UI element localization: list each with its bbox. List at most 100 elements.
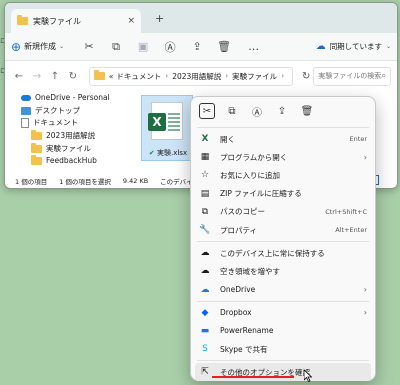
free-space-icon: ☁ [200, 266, 210, 277]
paste-icon[interactable]: ▣ [134, 38, 152, 56]
address-refresh-icon[interactable]: ↻ [299, 71, 313, 82]
chevron-right-icon: › [363, 152, 367, 162]
close-tab-icon[interactable]: × [127, 16, 135, 26]
sync-status-label: 同期しています [329, 42, 382, 51]
selected-count: 1 個の項目を選択 [59, 177, 111, 186]
up-icon[interactable]: ↑ [47, 71, 63, 82]
menu-item-onedrive[interactable]: ☁ OneDrive › [191, 281, 375, 299]
tree-item-experiment[interactable]: 実験ファイル [31, 142, 91, 154]
tree-item-desktop[interactable]: デスクトップ [21, 105, 80, 116]
delete-icon[interactable]: 🗑 [215, 38, 233, 56]
excel-icon: X [201, 134, 209, 145]
menu-shortcut: Alt+Enter [335, 226, 367, 235]
onedrive-icon [21, 94, 31, 101]
open-with-icon: ▦ [200, 152, 210, 163]
menu-item-open[interactable]: X 開く Enter [191, 130, 375, 148]
address-bar[interactable]: « ドキュメント › 2023用語解説 › 実験ファイル › [88, 66, 294, 86]
new-button[interactable]: ⊕ 新規作成 ⌄ [11, 37, 64, 57]
menu-item-copy-path[interactable]: ⧉ パスのコピー Ctrl+Shift+C [191, 203, 375, 221]
menu-item-label: プログラムから開く [220, 152, 288, 162]
folder-icon [31, 142, 42, 153]
share-icon[interactable]: ⇪ [274, 103, 290, 119]
tree-item-label: 2023用語解説 [46, 131, 96, 140]
copy-path-icon: ⧉ [201, 206, 209, 217]
tree-item-label: 実験ファイル [46, 144, 91, 153]
copy-icon[interactable]: ⧉ [224, 103, 240, 119]
menu-item-label: PowerRename [220, 326, 274, 336]
context-menu: ✂ ⧉ Ⓐ ⇪ 🗑 X 開く Enter ▦ プログラムから開く › ☆ お気に… [190, 96, 376, 382]
divider [197, 241, 369, 243]
chevron-right-icon: › [363, 308, 367, 318]
menu-item-open-with[interactable]: ▦ プログラムから開く › [191, 148, 375, 166]
menu-item-label: Dropbox [220, 308, 252, 318]
tree-item-label: OneDrive - Personal [35, 93, 110, 102]
cut-icon[interactable]: ✂ [80, 38, 98, 56]
desktop-icon [21, 106, 31, 115]
breadcrumb-documents[interactable]: ドキュメント [116, 71, 161, 82]
tab-folder[interactable]: 実験ファイル × [11, 9, 141, 33]
powerrename-icon: ▬ [200, 325, 210, 336]
folder-icon [31, 154, 42, 165]
tree-item-2023[interactable]: 2023用語解説 [31, 129, 96, 141]
menu-item-zip[interactable]: ▤ ZIP ファイルに圧縮する [191, 185, 375, 203]
menu-item-free-space[interactable]: ☁ 空き領域を増やす [191, 262, 375, 280]
menu-item-dropbox[interactable]: ◆ Dropbox › [191, 304, 375, 322]
path-overflow[interactable]: « [109, 72, 114, 81]
share-icon[interactable]: ⇪ [188, 38, 206, 56]
context-quick-actions: ✂ ⧉ Ⓐ ⇪ 🗑 [191, 97, 375, 125]
menu-item-skype-share[interactable]: S Skype で共有 [191, 340, 375, 358]
back-icon[interactable]: ← [11, 71, 27, 82]
highlight-underline [212, 376, 294, 378]
tree-item-onedrive[interactable]: OneDrive - Personal [21, 93, 110, 102]
rename-icon[interactable]: Ⓐ [161, 38, 179, 56]
star-icon: ☆ [200, 170, 210, 181]
menu-item-label: 空き領域を増やす [220, 266, 280, 276]
menu-item-properties[interactable]: 🔧 プロパティ Alt+Enter [191, 221, 375, 239]
menu-item-label: Skype で共有 [220, 344, 268, 354]
menu-item-powerrename[interactable]: ▬ PowerRename [191, 322, 375, 340]
copy-icon[interactable]: ⧉ [107, 38, 125, 56]
breadcrumb-2023[interactable]: 2023用語解説 [172, 71, 221, 82]
tree-item-label: ドキュメント [33, 118, 78, 127]
delete-icon[interactable]: 🗑 [299, 103, 315, 119]
file-name: ✔ 実験.xlsx [148, 149, 188, 157]
onedrive-icon: ☁ [200, 284, 210, 295]
file-item[interactable]: X ✔ 実験.xlsx [141, 95, 193, 161]
chevron-down-icon: ⌄ [59, 43, 65, 50]
cloud-sync-icon: ☁ [315, 41, 326, 52]
zip-icon: ▤ [200, 188, 210, 199]
search-input[interactable]: 実験ファイルの検索 ⌕ [313, 66, 391, 86]
tree-item-documents[interactable]: ドキュメント [21, 117, 78, 128]
document-icon [21, 117, 29, 128]
menu-item-label: プロパティ [220, 225, 258, 235]
forward-icon[interactable]: → [29, 71, 45, 82]
menu-item-more-options[interactable]: ⇱ その他のオプションを確認 [195, 363, 371, 382]
navigation-pane: OneDrive - Personal デスクトップ ドキュメント 2023用語… [5, 93, 130, 173]
sync-status-button[interactable]: ☁ 同期しています ⌄ [316, 41, 391, 52]
menu-item-favorite[interactable]: ☆ お気に入りに追加 [191, 166, 375, 184]
tab-strip: 実験ファイル × + [5, 3, 397, 33]
divider [197, 360, 369, 362]
address-bar-row: ← → ↑ ↻ « ドキュメント › 2023用語解説 › 実験ファイル › ↻… [5, 61, 397, 91]
divider [197, 300, 369, 302]
tree-item-feedbackhub[interactable]: FeedbackHub [31, 154, 97, 165]
menu-shortcut: Enter [349, 135, 367, 144]
chevron-right-icon: › [225, 72, 229, 80]
refresh-icon[interactable]: ↻ [65, 71, 81, 82]
menu-item-keep-on-device[interactable]: ☁ このデバイス上に常に保持する [191, 244, 375, 262]
tree-item-label: デスクトップ [35, 106, 80, 115]
more-options-icon: ⇱ [201, 367, 209, 378]
new-button-label: 新規作成 [24, 42, 57, 51]
wrench-icon: 🔧 [199, 225, 211, 236]
cut-icon[interactable]: ✂ [199, 103, 215, 119]
divider [197, 127, 369, 128]
breadcrumb-experiment[interactable]: 実験ファイル [232, 71, 277, 82]
chevron-right-icon: › [281, 72, 285, 80]
more-button[interactable]: … [245, 38, 263, 56]
skype-icon: S [202, 344, 208, 355]
rename-icon[interactable]: Ⓐ [249, 103, 265, 119]
chevron-down-icon: ⌄ [385, 43, 391, 50]
file-list: X ✔ 実験.xlsx [137, 93, 197, 173]
new-tab-button[interactable]: + [155, 12, 164, 25]
cloud-keep-icon: ☁ [200, 248, 210, 259]
